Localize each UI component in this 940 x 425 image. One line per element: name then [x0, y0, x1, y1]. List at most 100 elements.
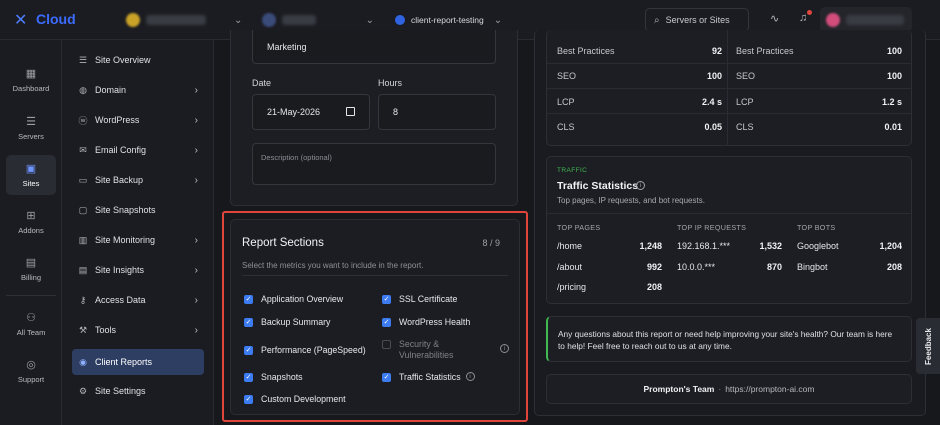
- chevron-right-icon: ›: [194, 294, 198, 306]
- checkbox-performance[interactable]: ✓ Performance (PageSpeed): [244, 345, 366, 355]
- nav-servers[interactable]: ☰ Servers: [6, 108, 56, 148]
- logo[interactable]: ✕ Cloud: [14, 10, 76, 29]
- servers-icon: ☰: [26, 116, 36, 128]
- info-icon[interactable]: i: [465, 372, 475, 381]
- metric-label: CLS: [736, 122, 754, 132]
- page-count: 208: [646, 282, 662, 292]
- category-field[interactable]: Marketing: [252, 30, 496, 64]
- metric-label: LCP: [736, 97, 754, 107]
- nav-dashboard[interactable]: ▦ Dashboard: [6, 60, 56, 100]
- nav-sites[interactable]: ▣ Sites: [6, 155, 56, 195]
- check-icon: ✓: [244, 318, 253, 327]
- chevron-down-icon: ⌄: [493, 14, 503, 26]
- sidebar-item-client-reports[interactable]: ◉ Client Reports: [72, 349, 204, 375]
- sidebar-item-site-settings[interactable]: ⚙ Site Settings: [72, 379, 204, 403]
- sidebar-item-site-backup[interactable]: ▭ Site Backup ›: [72, 168, 204, 192]
- search-input[interactable]: ⌕ Servers or Sites: [645, 8, 749, 32]
- column-header: TOP PAGES: [557, 223, 601, 232]
- hours-label: Hours: [378, 78, 403, 88]
- nav-billing[interactable]: ▤ Billing: [6, 249, 56, 289]
- sites-icon: ▣: [25, 163, 37, 175]
- report-sections-count: 8 / 9: [482, 238, 500, 248]
- overview-icon: ☰: [78, 54, 88, 65]
- checkbox-traffic-statistics[interactable]: ✓ Traffic Statistics i: [382, 372, 475, 382]
- info-icon[interactable]: i: [500, 344, 509, 353]
- calendar-icon[interactable]: [346, 107, 355, 116]
- user-name-redacted: [846, 15, 904, 25]
- checkbox-ssl-certificate[interactable]: ✓ SSL Certificate: [382, 294, 457, 304]
- tools-icon: ⚒: [78, 324, 88, 335]
- checkbox-snapshots[interactable]: ✓ Snapshots: [244, 372, 303, 382]
- nav-all-team[interactable]: ⚇ All Team: [6, 304, 56, 344]
- site-selector[interactable]: client-report-testing ⌄: [395, 8, 515, 32]
- sidebar-item-wordpress[interactable]: ⓦ WordPress ›: [72, 108, 204, 132]
- site-sidebar: ☰ Site Overview ◍ Domain › ⓦ WordPress › ✉ Ema…: [62, 40, 214, 425]
- checkbox-application-overview[interactable]: ✓ Application Overview: [244, 294, 343, 304]
- report-details-card: Marketing Date Hours 21-May-2026 8 Descr…: [230, 30, 518, 206]
- metric-value: 100: [886, 71, 902, 81]
- column-header: TOP IP REQUESTS: [677, 223, 747, 232]
- metric-label: SEO: [557, 71, 577, 81]
- feedback-tab[interactable]: Feedback: [916, 318, 940, 374]
- report-sections-subtitle: Select the metrics you want to include i…: [242, 261, 424, 270]
- sidebar-item-site-snapshots[interactable]: ▢ Site Snapshots: [72, 198, 204, 222]
- divider: [242, 275, 508, 276]
- sidebar-item-site-insights[interactable]: ▤ Site Insights ›: [72, 258, 204, 282]
- nav-addons[interactable]: ⊞ Addons: [6, 202, 56, 242]
- checkbox-custom-development[interactable]: ✓ Custom Development: [244, 394, 346, 404]
- bot-name: Bingbot: [797, 262, 828, 272]
- settings-icon: ⚙: [78, 385, 88, 396]
- sidebar-item-email-config[interactable]: ✉ Email Config ›: [72, 138, 204, 162]
- chevron-right-icon: ›: [194, 264, 198, 276]
- checkbox-security-vulnerabilities[interactable]: Security & Vulnerabilities: [382, 339, 494, 361]
- metric-value: 2.4 s: [701, 97, 722, 107]
- metric-value: 100: [886, 46, 902, 56]
- unchecked-box: [382, 340, 391, 349]
- search-icon: ⌕: [654, 14, 660, 26]
- hours-field[interactable]: 8: [378, 94, 496, 130]
- date-field[interactable]: 21-May-2026: [252, 94, 370, 130]
- footer-team: Prompton's Team: [643, 384, 715, 394]
- sidebar-item-site-overview[interactable]: ☰ Site Overview: [72, 48, 204, 72]
- description-textarea[interactable]: Description (optional): [252, 143, 496, 185]
- monitoring-icon: ▥: [78, 234, 88, 245]
- site-name: client-report-testing: [411, 15, 484, 25]
- bot-count: 1,204: [879, 241, 902, 251]
- team-selector[interactable]: ⌄: [126, 8, 246, 32]
- divider: [546, 63, 912, 64]
- metric-label: CLS: [557, 122, 575, 132]
- key-icon: ⚷: [79, 294, 87, 305]
- chevron-right-icon: ›: [194, 114, 198, 126]
- sidebar-item-site-monitoring[interactable]: ▥ Site Monitoring ›: [72, 228, 204, 252]
- checkbox-backup-summary[interactable]: ✓ Backup Summary: [244, 317, 330, 327]
- chevron-down-icon: ⌄: [365, 14, 374, 26]
- help-note: Any questions about this report or need …: [546, 316, 912, 362]
- bell-icon[interactable]: ♫: [799, 12, 807, 24]
- sidebar-item-tools[interactable]: ⚒ Tools ›: [72, 318, 204, 342]
- server-selector[interactable]: ⌄: [262, 8, 374, 32]
- sidebar-item-access-data[interactable]: ⚷ Access Data ›: [72, 288, 204, 312]
- metric-value: 100: [706, 71, 722, 81]
- sidebar-item-domain[interactable]: ◍ Domain ›: [72, 78, 204, 102]
- chevron-down-icon: ⌄: [234, 14, 243, 26]
- report-sections-title: Report Sections: [242, 237, 324, 249]
- traffic-title: Traffic Statistics: [557, 180, 639, 192]
- page-path: /about: [557, 262, 583, 272]
- metric-label: LCP: [557, 97, 575, 107]
- nav-support[interactable]: ◎ Support: [6, 351, 56, 391]
- divider: [546, 213, 912, 214]
- bot-count: 208: [886, 262, 902, 272]
- ip-address: 10.0.0.***: [677, 262, 716, 272]
- ip-address: 192.168.1.***: [677, 241, 731, 251]
- ip-count: 1,532: [759, 241, 782, 251]
- checkbox-wordpress-health[interactable]: ✓ WordPress Health: [382, 317, 470, 327]
- activity-icon[interactable]: ∿: [770, 12, 779, 25]
- check-icon: ✓: [382, 295, 391, 304]
- footer-url[interactable]: https://prompton-ai.com: [725, 384, 814, 394]
- help-note-text: Any questions about this report or need …: [558, 329, 893, 351]
- metric-value: 0.05: [704, 122, 722, 132]
- team-icon: ⚇: [26, 312, 36, 324]
- column-header: TOP BOTS: [797, 223, 836, 232]
- info-icon[interactable]: i: [636, 181, 645, 190]
- globe-icon: [395, 15, 405, 25]
